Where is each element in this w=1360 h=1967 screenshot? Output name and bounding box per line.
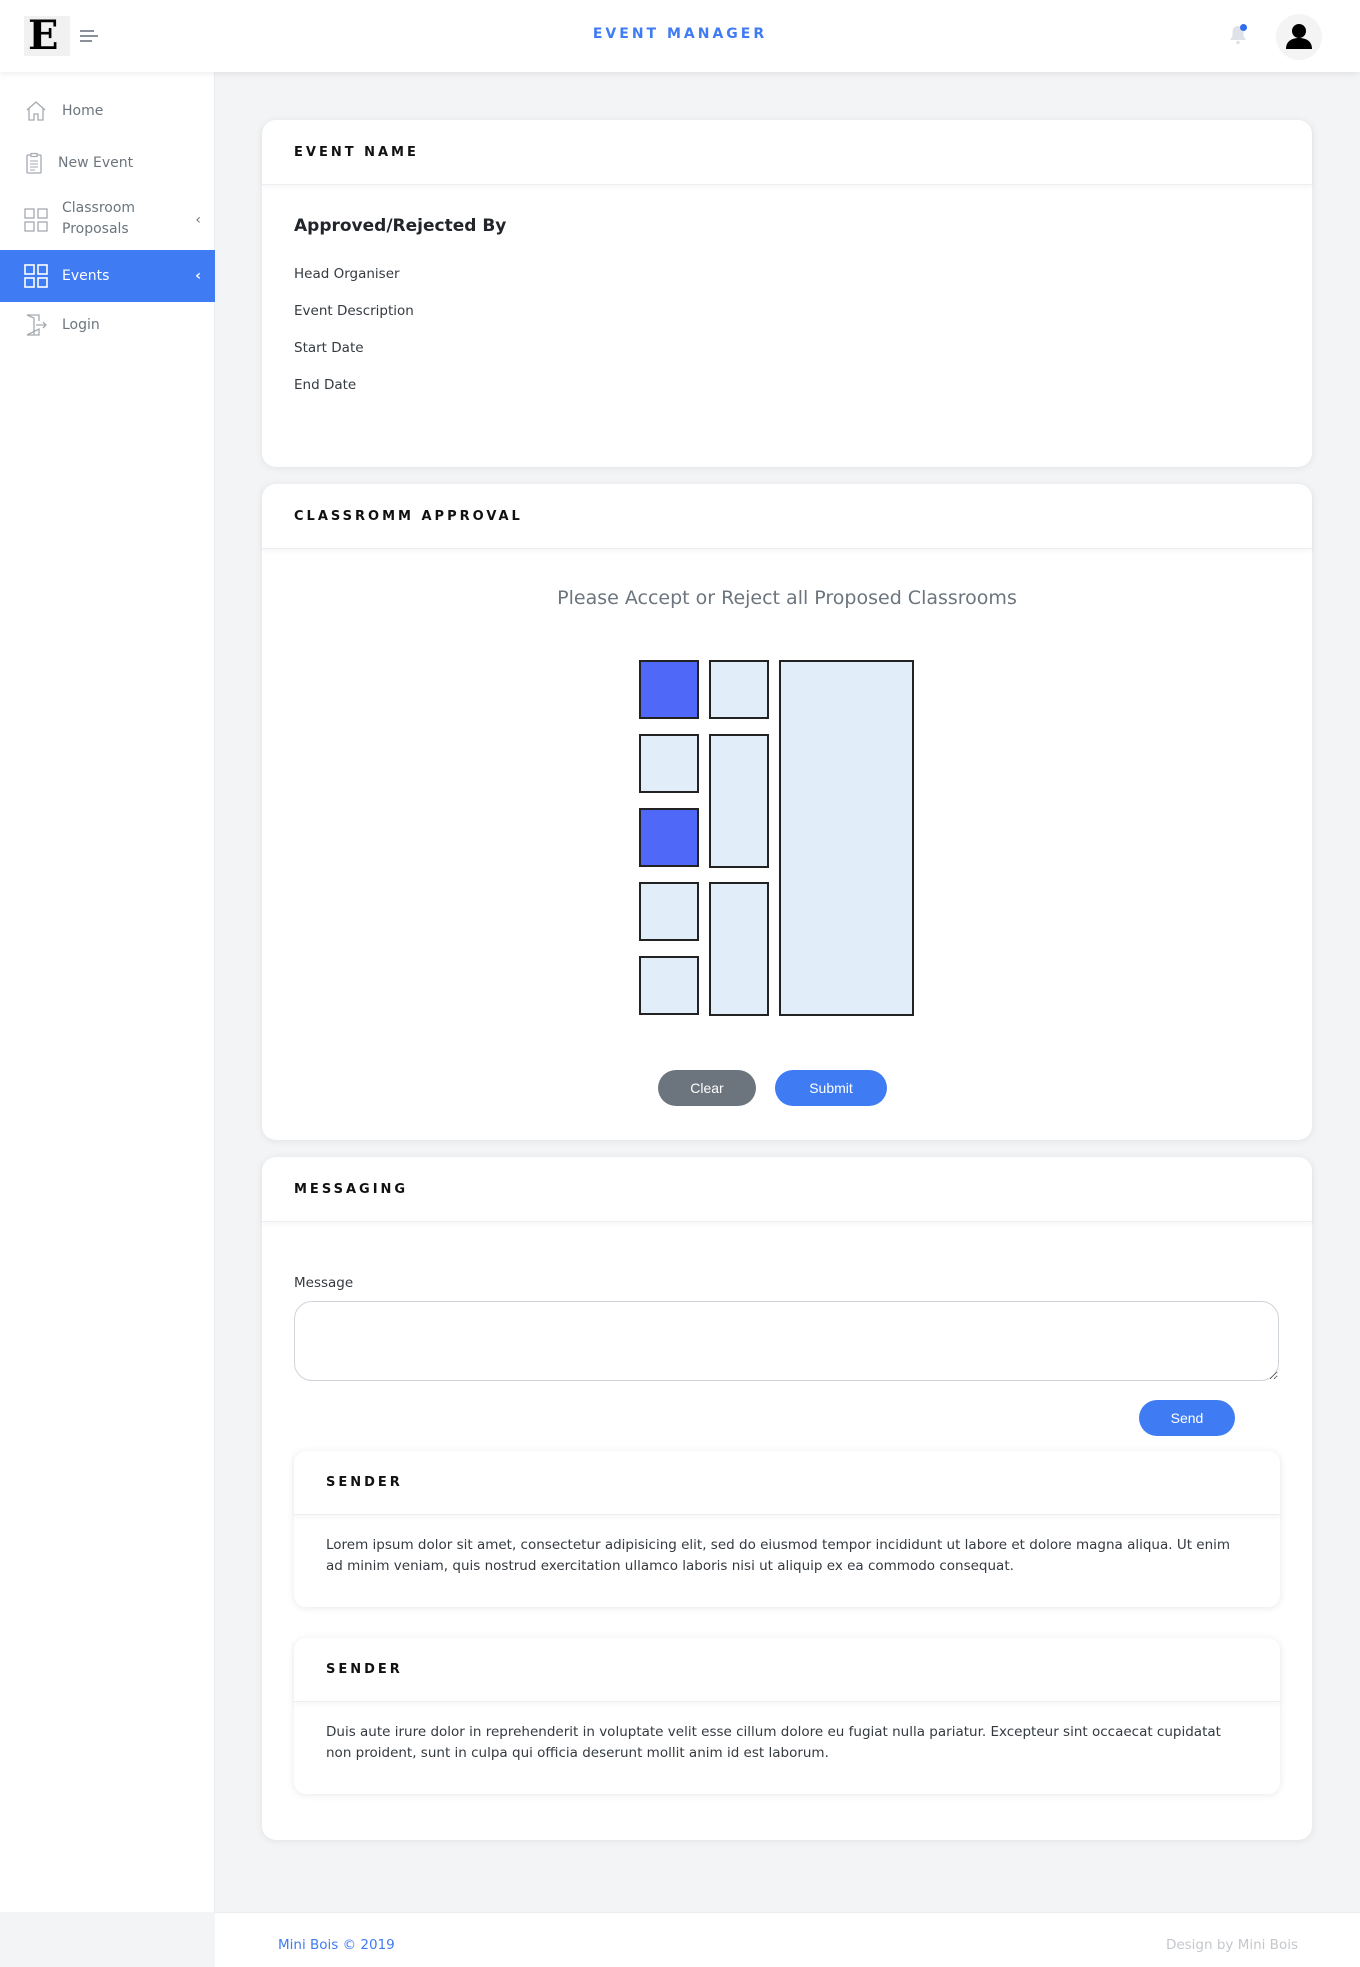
approved-rejected-heading: Approved/Rejected By: [294, 216, 507, 236]
message-sender: SENDER: [326, 1475, 403, 1490]
head-organiser-label: Head Organiser: [294, 266, 400, 282]
classroom-room[interactable]: [779, 660, 914, 1016]
chevron-left-icon: ‹: [195, 268, 201, 284]
submit-button[interactable]: Submit: [775, 1070, 887, 1106]
message-item: SENDER Duis aute irure dolor in reprehen…: [294, 1638, 1280, 1794]
event-details-card: EVENT NAME Approved/Rejected By Head Org…: [262, 120, 1312, 467]
sidebar-item-classroom-proposals[interactable]: Classroom Proposals ‹: [0, 194, 215, 246]
sidebar-item-home[interactable]: Home: [0, 90, 215, 132]
classroom-room[interactable]: [639, 882, 699, 941]
footer: Mini Bois © 2019 Design by Mini Bois: [215, 1912, 1360, 1967]
event-description-label: Event Description: [294, 303, 414, 319]
classroom-approval-card: CLASSROMM APPROVAL Please Accept or Reje…: [262, 484, 1312, 1140]
app-title: EVENT MANAGER: [592, 26, 768, 42]
message-sender: SENDER: [326, 1662, 403, 1677]
message-header: SENDER: [294, 1638, 1280, 1702]
card-title: MESSAGING: [294, 1181, 409, 1197]
login-icon: [26, 314, 47, 336]
send-button[interactable]: Send: [1139, 1400, 1235, 1436]
classroom-room-selected[interactable]: [639, 808, 699, 867]
classroom-room[interactable]: [709, 660, 769, 719]
sidebar-item-label: Events: [62, 267, 110, 284]
card-header: CLASSROMM APPROVAL: [262, 484, 1312, 549]
chevron-left-icon: ‹: [195, 212, 201, 228]
classroom-room[interactable]: [639, 734, 699, 793]
message-body: Duis aute irure dolor in reprehenderit i…: [326, 1724, 1221, 1761]
message-body: Lorem ipsum dolor sit amet, consectetur …: [326, 1537, 1231, 1574]
classroom-room-selected[interactable]: [639, 660, 699, 719]
sidebar-item-label: Home: [62, 102, 104, 119]
classroom-room[interactable]: [639, 956, 699, 1015]
sidebar-item-events[interactable]: Events ‹: [0, 250, 215, 302]
top-bar: E EVENT MANAGER: [0, 0, 1360, 72]
messaging-card: MESSAGING Message Send SENDER Lorem ipsu…: [262, 1157, 1312, 1840]
card-header: MESSAGING: [262, 1157, 1312, 1222]
footer-credit: Design by Mini Bois: [1165, 1937, 1298, 1953]
notification-dot: [1240, 24, 1247, 31]
end-date-label: End Date: [294, 377, 357, 393]
sidebar-item-login[interactable]: Login: [0, 304, 215, 346]
approval-prompt: Please Accept or Reject all Proposed Cla…: [557, 587, 1017, 609]
home-icon: [26, 101, 46, 121]
notification-bell-icon[interactable]: [1228, 24, 1248, 46]
grid-icon: [24, 208, 48, 232]
card-header: EVENT NAME: [262, 120, 1312, 185]
user-icon: [1286, 24, 1312, 49]
card-title: EVENT NAME: [294, 144, 419, 160]
clear-button[interactable]: Clear: [658, 1070, 756, 1106]
card-title: CLASSROMM APPROVAL: [294, 508, 523, 524]
message-item: SENDER Lorem ipsum dolor sit amet, conse…: [294, 1451, 1280, 1607]
clipboard-icon: [26, 152, 42, 174]
sidebar: Home New Event Classroom Proposals ‹ Eve…: [0, 72, 215, 1912]
sidebar-item-label: New Event: [58, 154, 134, 171]
message-header: SENDER: [294, 1451, 1280, 1515]
classroom-room[interactable]: [709, 734, 769, 868]
user-avatar[interactable]: [1276, 14, 1322, 60]
sidebar-item-label: Login: [62, 316, 100, 333]
message-label: Message: [294, 1275, 354, 1291]
sidebar-item-new-event[interactable]: New Event: [0, 142, 215, 184]
message-textarea[interactable]: [294, 1301, 1279, 1381]
classroom-room[interactable]: [709, 882, 769, 1016]
start-date-label: Start Date: [294, 340, 364, 356]
grid-icon: [24, 264, 48, 288]
sidebar-item-label: Classroom Proposals: [62, 200, 136, 237]
footer-copyright[interactable]: Mini Bois © 2019: [278, 1937, 395, 1953]
